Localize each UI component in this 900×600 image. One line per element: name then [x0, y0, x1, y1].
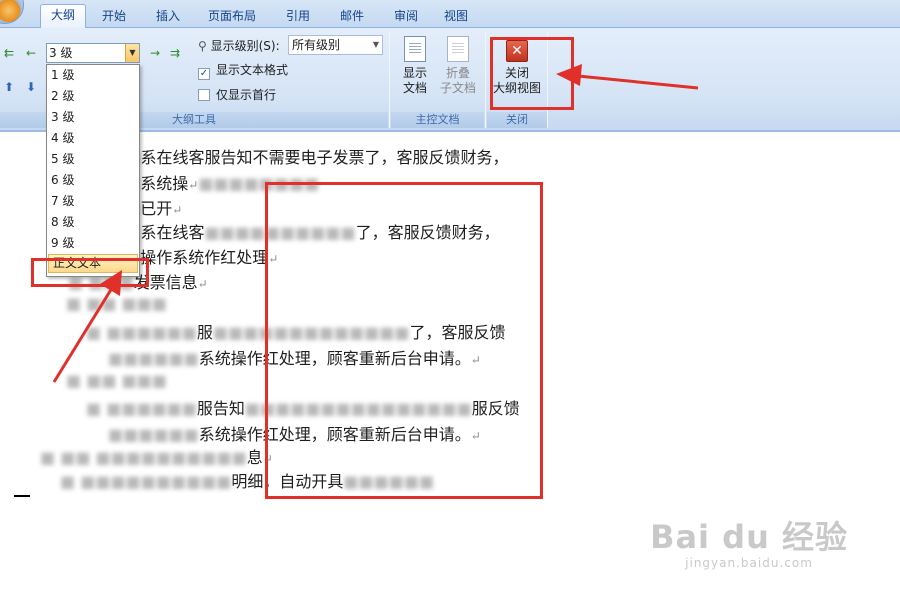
arrow-to-body-text [52, 270, 122, 383]
annotation-arrows [52, 64, 699, 383]
arrow-to-close-button [556, 64, 699, 90]
